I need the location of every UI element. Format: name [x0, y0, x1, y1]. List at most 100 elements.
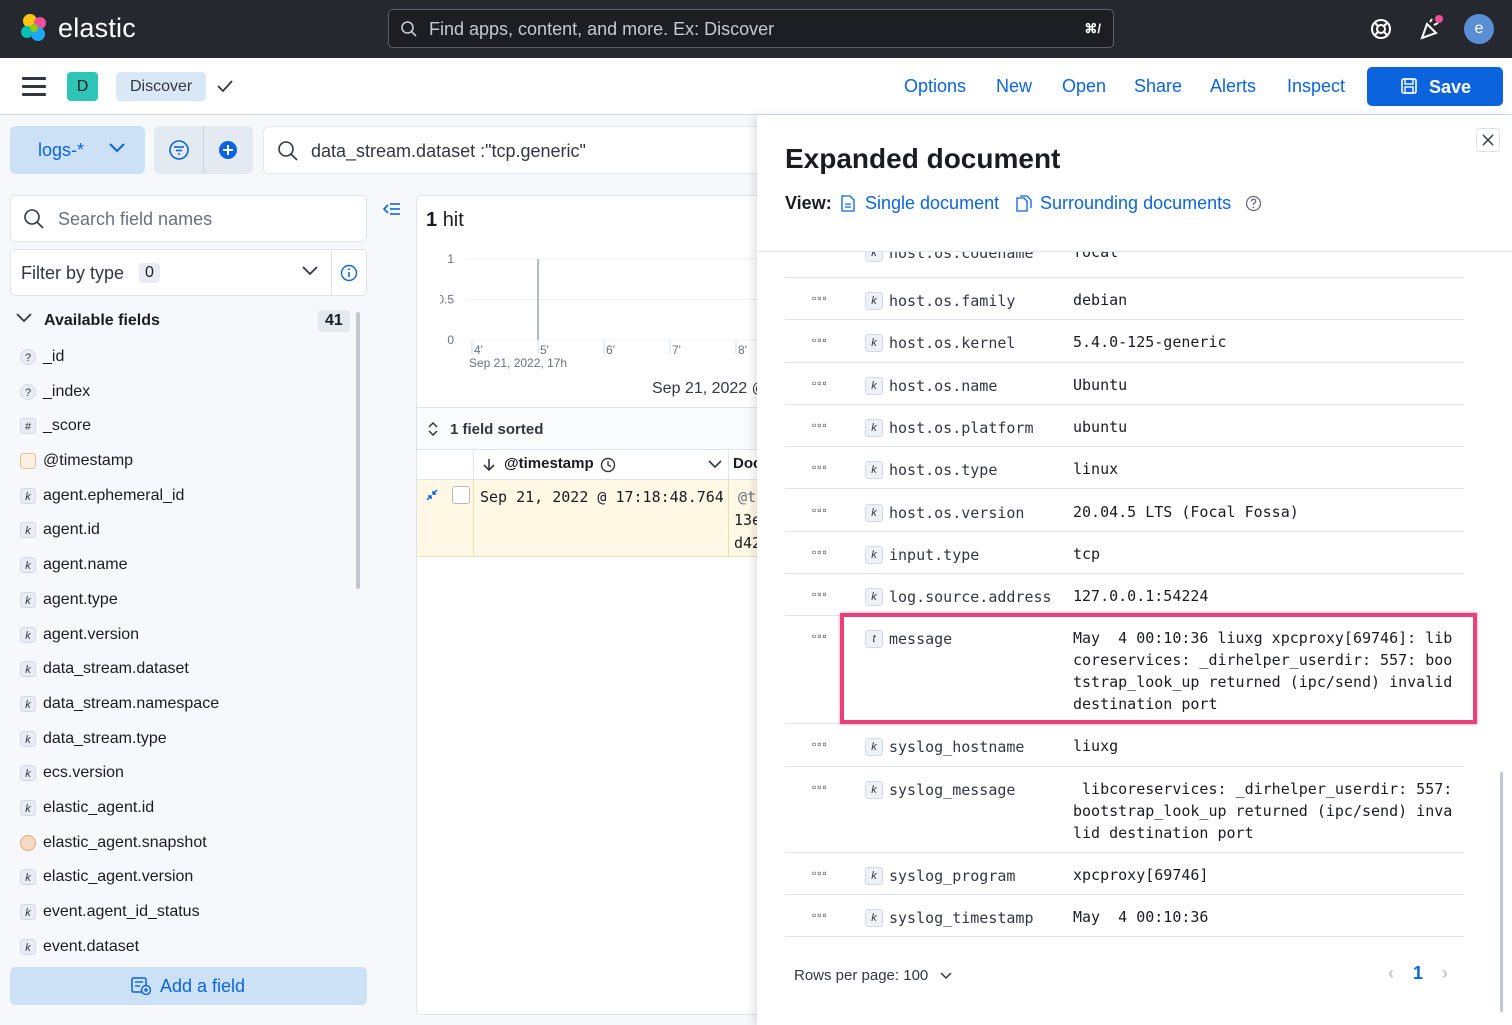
- news-feed-icon[interactable]: [1416, 14, 1446, 44]
- document-field-row[interactable]: ▫▫▫ k log.source.address 127.0.0.1:54224: [785, 574, 1464, 617]
- row-actions-icon[interactable]: ▫▫▫: [812, 503, 828, 517]
- flyout-scrollbar[interactable]: [1500, 772, 1503, 1012]
- row-actions-icon[interactable]: ▫▫▫: [812, 737, 828, 751]
- field-list-item[interactable]: k elastic_agent.version: [20, 860, 350, 895]
- space-avatar[interactable]: D: [67, 72, 98, 101]
- field-list-item[interactable]: k ecs.version: [20, 756, 350, 791]
- options-link[interactable]: Options: [904, 76, 966, 97]
- document-field-row[interactable]: ▫▫▫ k host.os.name Ubuntu: [785, 363, 1464, 405]
- check-icon[interactable]: [216, 79, 234, 93]
- row-actions-icon[interactable]: ▫▫▫: [812, 291, 828, 305]
- new-link[interactable]: New: [996, 76, 1032, 97]
- document-field-row[interactable]: ▫▫▫ k host.os.codename focal: [785, 252, 1464, 278]
- elastic-logo[interactable]: [18, 12, 50, 44]
- sidebar-scrollbar[interactable]: [356, 312, 360, 589]
- single-document-link[interactable]: Single document: [865, 193, 999, 214]
- field-list-item[interactable]: k elastic_agent.id: [20, 791, 350, 826]
- keyword-field-icon: k: [20, 799, 36, 816]
- breadcrumb[interactable]: Discover: [116, 72, 207, 101]
- row-actions-icon[interactable]: ▫▫▫: [812, 252, 828, 257]
- close-button[interactable]: [1476, 128, 1500, 152]
- field-list-item[interactable]: k data_stream.dataset: [20, 652, 350, 687]
- chevron-left-icon[interactable]: ‹: [1388, 963, 1394, 983]
- field-list-item[interactable]: k event.dataset: [20, 930, 350, 965]
- field-list-item[interactable]: elastic_agent.snapshot: [20, 826, 350, 861]
- chevron-down-icon[interactable]: [708, 460, 722, 469]
- rows-per-page-selector[interactable]: Rows per page: 100: [794, 967, 952, 984]
- field-list-item[interactable]: ? _index: [20, 375, 350, 410]
- help-circle-icon[interactable]: [1245, 195, 1262, 212]
- open-link[interactable]: Open: [1062, 76, 1106, 97]
- field-list-item[interactable]: k agent.name: [20, 548, 350, 583]
- row-actions-icon[interactable]: ▫▫▫: [812, 629, 828, 643]
- document-field-row[interactable]: ▫▫▫ k host.os.platform ubuntu: [785, 405, 1464, 448]
- data-view-picker[interactable]: logs-*: [10, 126, 145, 174]
- row-actions-icon[interactable]: ▫▫▫: [812, 780, 828, 794]
- field-search-input[interactable]: Search field names: [10, 195, 367, 242]
- field-list-item[interactable]: k agent.ephemeral_id: [20, 479, 350, 514]
- field-list-item[interactable]: # _score: [20, 409, 350, 444]
- menu-icon[interactable]: [22, 77, 46, 97]
- share-link[interactable]: Share: [1134, 76, 1182, 97]
- document-field-row[interactable]: ▫▫▫ k host.os.version 20.04.5 LTS (Focal Fo…: [785, 490, 1464, 532]
- field-list-item[interactable]: @timestamp: [20, 444, 350, 479]
- filter-icon[interactable]: [168, 139, 190, 161]
- field-list-item[interactable]: k agent.version: [20, 618, 350, 653]
- document-field-row[interactable]: ▫▫▫ k syslog_message libcoreservices: _dir…: [785, 767, 1464, 853]
- keyword-field-icon: k: [20, 869, 36, 886]
- query-input[interactable]: data_stream.dataset :"tcp.generic": [263, 126, 757, 174]
- chevron-right-icon[interactable]: ›: [1442, 963, 1448, 983]
- row-timestamp: Sep 21, 2022 @ 17:18:48.764: [480, 488, 724, 506]
- table-row[interactable]: Sep 21, 2022 @ 17:18:48.764 @t 13e d42: [417, 480, 761, 557]
- collapse-sidebar-icon[interactable]: [382, 200, 402, 218]
- info-icon[interactable]: [340, 264, 358, 282]
- document-field-row[interactable]: ▫▫▫ k syslog_program xpcproxy[69746]: [785, 853, 1464, 895]
- arrow-down-icon[interactable]: [482, 458, 496, 472]
- row-actions-icon[interactable]: ▫▫▫: [812, 545, 828, 559]
- document-field-row[interactable]: ▫▫▫ k host.os.type linux: [785, 447, 1464, 490]
- field-list-item[interactable]: k agent.id: [20, 513, 350, 548]
- inspect-link[interactable]: Inspect: [1287, 76, 1345, 97]
- row-actions-icon[interactable]: ▫▫▫: [812, 587, 828, 601]
- document-field-row[interactable]: ▫▫▫ k host.os.family debian: [785, 278, 1464, 321]
- user-avatar[interactable]: e: [1464, 14, 1494, 44]
- row-document-field: @t: [738, 488, 757, 506]
- field-list-item[interactable]: ? _id: [20, 340, 350, 375]
- add-filter-icon[interactable]: [217, 139, 239, 161]
- document-field-row[interactable]: ▫▫▫ k host.os.kernel 5.4.0-125-generic: [785, 320, 1464, 363]
- y-tick-label: 0: [447, 333, 454, 347]
- row-actions-icon[interactable]: ▫▫▫: [812, 460, 828, 474]
- sort-toolbar[interactable]: 1 field sorted: [417, 407, 757, 450]
- row-actions-icon[interactable]: ▫▫▫: [812, 866, 828, 880]
- row-actions-icon[interactable]: ▫▫▫: [812, 418, 828, 432]
- help-icon[interactable]: [1366, 14, 1396, 44]
- document-field-row[interactable]: ▫▫▫ k input.type tcp: [785, 532, 1464, 575]
- page-number[interactable]: 1: [1413, 963, 1423, 983]
- document-icon: [841, 195, 855, 212]
- field-list-item[interactable]: k agent.type: [20, 583, 350, 618]
- document-field-value: May 4 00:10:36: [1073, 908, 1209, 926]
- global-search-input[interactable]: Find apps, content, and more. Ex: Discov…: [388, 9, 1114, 48]
- collapse-row-icon[interactable]: [425, 488, 439, 502]
- surrounding-documents-link[interactable]: Surrounding documents: [1040, 193, 1231, 214]
- row-actions-icon[interactable]: ▫▫▫: [812, 333, 828, 347]
- keyword-field-icon: k: [865, 334, 883, 353]
- row-actions-icon[interactable]: ▫▫▫: [812, 908, 828, 922]
- filter-by-type[interactable]: Filter by type 0: [10, 249, 367, 297]
- field-list-item[interactable]: k data_stream.namespace: [20, 687, 350, 722]
- add-field-button[interactable]: Add a field: [10, 967, 367, 1005]
- sorted-label: 1 field sorted: [450, 421, 544, 438]
- document-field-value: libcoreservices: _dirhelper_userdir: 557…: [1073, 779, 1462, 842]
- alerts-link[interactable]: Alerts: [1210, 76, 1256, 97]
- histogram-bar[interactable]: [537, 259, 539, 340]
- field-list: ? _id? _index # _score @timestamp k agent.ephem…: [20, 340, 350, 964]
- field-list-item[interactable]: k event.agent_id_status: [20, 895, 350, 930]
- field-list-item[interactable]: k data_stream.type: [20, 722, 350, 757]
- row-actions-icon[interactable]: ▫▫▫: [812, 376, 828, 390]
- row-checkbox[interactable]: [452, 486, 470, 504]
- unknown-field-icon: ?: [20, 383, 36, 400]
- timestamp-column-header[interactable]: @timestamp: [504, 455, 594, 472]
- save-button[interactable]: Save: [1367, 67, 1503, 106]
- document-field-row[interactable]: ▫▫▫ k syslog_timestamp May 4 00:10:36: [785, 895, 1464, 938]
- document-field-row[interactable]: ▫▫▫ k syslog_hostname liuxg: [785, 724, 1464, 767]
